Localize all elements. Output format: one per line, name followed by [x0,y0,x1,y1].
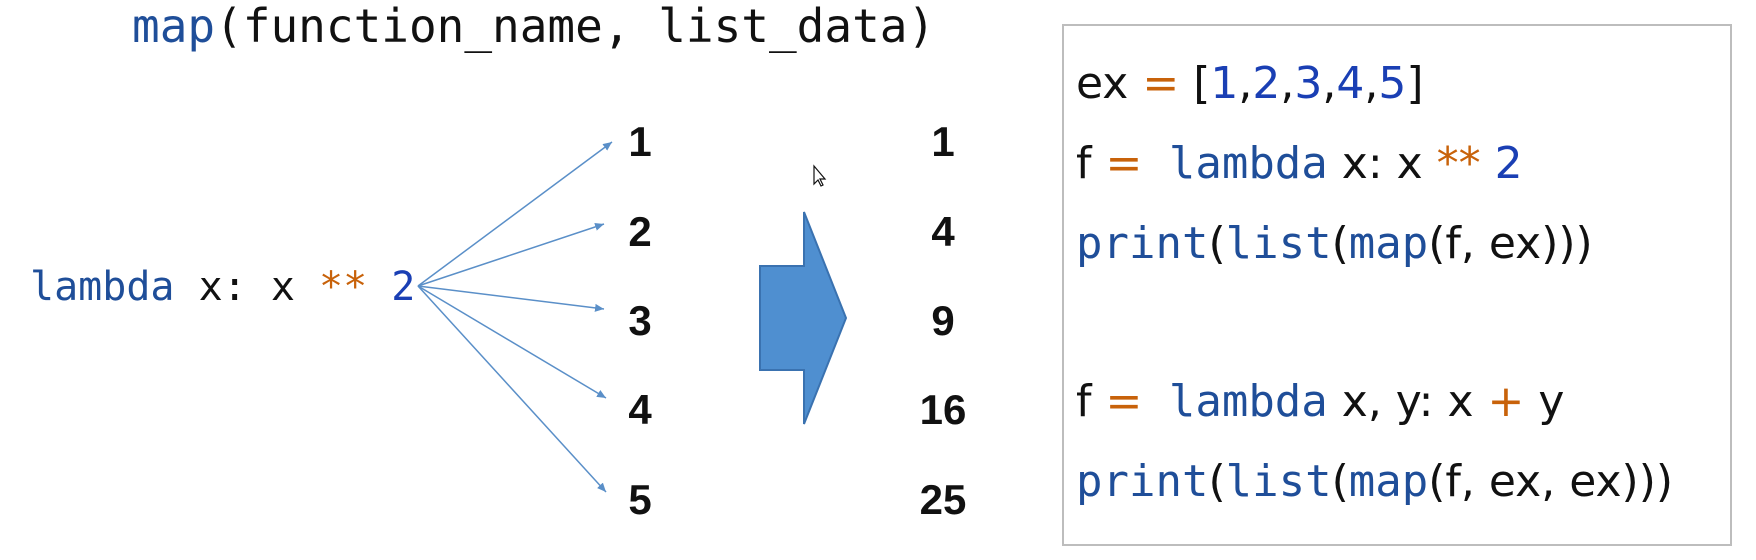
code-line-5: print(list(map(f, ex, ex))) [1076,454,1673,510]
code-list-keyword: list [1225,456,1332,507]
big-block-arrow [759,211,848,425]
code-num: 4 [1336,58,1365,109]
code-comma: , [1280,58,1295,109]
code-lambda-body: x: x [1327,138,1437,189]
input-value-3: 3 [628,297,652,344]
code-paren: ( [1208,456,1226,507]
code-map-keyword: map [1348,218,1429,269]
code-line-3: print(list(map(f, ex))) [1076,216,1593,272]
code-lambda-keyword: lambda [1142,138,1328,189]
output-value-1: 1 [931,118,955,165]
code-assign-op: = [1105,138,1143,189]
code-assign-op: = [1105,376,1143,427]
mouse-cursor-icon [813,164,827,187]
lambda-body: x: x [174,264,319,310]
code-map-keyword: map [1348,456,1429,507]
code-num: 1 [1210,58,1239,109]
code-line-1: ex = [1,2,3,4,5] [1076,56,1424,112]
lambda-operator: ** [319,264,368,310]
code-power-op: ** [1436,138,1481,189]
fan-arrow-3 [417,285,605,312]
input-value-5: 5 [628,476,652,523]
code-call-args: (f, ex))) [1428,218,1593,269]
output-value-5: 25 [919,476,967,523]
input-value-1: 1 [628,118,652,165]
code-print-keyword: print [1076,456,1209,507]
code-bracket-open: [ [1179,58,1211,109]
lambda-number: 2 [367,264,416,310]
code-f-var: f [1076,376,1106,427]
code-list-keyword: list [1225,218,1332,269]
code-comma: , [1322,58,1337,109]
output-value-3: 9 [931,297,955,344]
input-value-2: 2 [628,208,652,255]
code-paren: ( [1331,456,1349,507]
code-line-2: f = lambda x: x ** 2 [1076,136,1523,192]
code-num: 2 [1480,138,1523,189]
lambda-expression: lambda x: x ** 2 [30,262,415,312]
input-value-4: 4 [628,386,652,433]
code-num: 5 [1378,58,1407,109]
code-f-var: f [1076,138,1106,189]
output-value-4: 16 [919,386,967,433]
code-paren: ( [1208,218,1226,269]
code-plus-op: + [1487,376,1525,427]
code-line-4: f = lambda x, y: x + y [1076,374,1564,430]
code-comma: , [1364,58,1379,109]
code-print-keyword: print [1076,218,1209,269]
code-lambda-body: x, y: x [1327,376,1488,427]
lambda-keyword: lambda [30,264,175,310]
code-call-args: (f, ex, ex))) [1428,456,1674,507]
code-bracket-close: ] [1406,58,1424,109]
code-lambda-keyword: lambda [1142,376,1328,427]
code-ex-var: ex [1076,58,1143,109]
code-assign-op: = [1142,58,1180,109]
code-panel: ex = [1,2,3,4,5] f = lambda x: x ** 2 pr… [1062,24,1732,546]
code-num: 3 [1294,58,1323,109]
code-comma: , [1238,58,1253,109]
code-paren: ( [1331,218,1349,269]
code-lambda-body-end: y [1524,376,1565,427]
fan-arrow-1 [417,141,613,287]
output-value-2: 4 [931,208,955,255]
code-num: 2 [1252,58,1281,109]
fan-arrow-2 [417,223,605,287]
fan-arrow-5 [417,285,607,493]
fan-arrow-4 [417,285,607,399]
